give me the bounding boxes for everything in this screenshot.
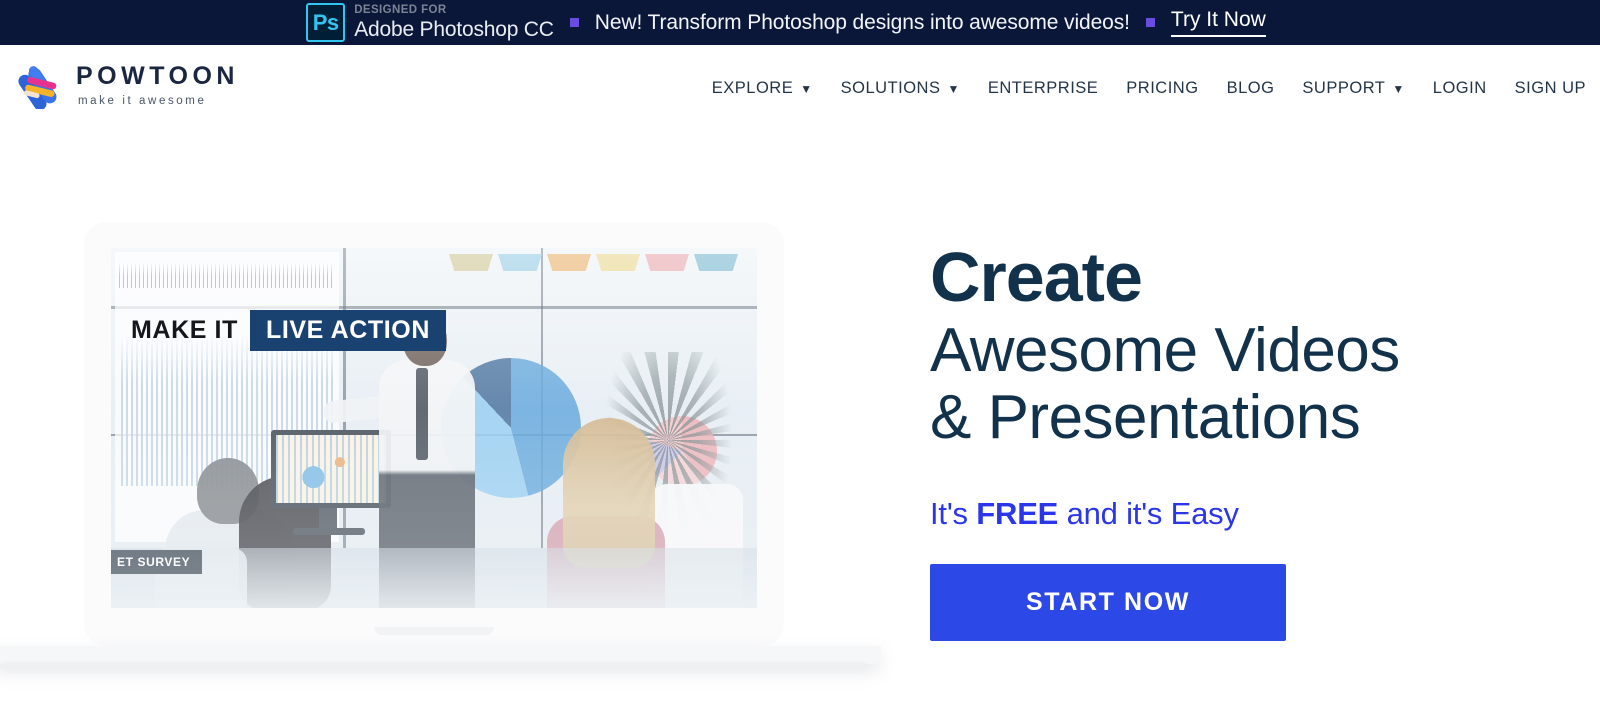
adobe-photoshop-icon: Ps [306,3,346,42]
nav-item-enterprise[interactable]: ENTERPRISE [974,73,1112,104]
chevron-down-icon: ▼ [1392,81,1405,96]
nav-label: SUPPORT [1302,79,1386,97]
laptop-mockup: ET SURVEY MAKE IT LIVE ACTION [0,222,881,672]
photoshop-product-name: Adobe Photoshop CC [354,17,554,41]
nav-item-blog[interactable]: BLOG [1213,73,1289,104]
site-header: POWTOON make it awesome EXPLORE ▼ SOLUTI… [0,45,1600,132]
person-seated-right-head [563,418,655,568]
designed-for-label: DESIGNED FOR [354,4,447,17]
chevron-down-icon: ▼ [947,81,960,96]
caption-highlight-text: LIVE ACTION [249,310,446,351]
hero-copy: Create Awesome Videos & Presentations It… [930,238,1570,641]
funnel-chart [449,254,738,271]
laptop-notch [374,627,494,635]
monitor-screen-content [276,435,386,503]
sparkline-chart [119,262,334,288]
nav-label: ENTERPRISE [987,79,1099,97]
page-root: Ps DESIGNED FOR Adobe Photoshop CC New! … [0,0,1600,720]
nav-item-login[interactable]: LOGIN [1419,73,1501,104]
monitor-stand [319,508,337,530]
video-caption: MAKE IT LIVE ACTION [131,310,446,351]
hero-subheadline: It's FREE and it's Easy [930,496,1570,532]
nav-item-explore[interactable]: EXPLORE ▼ [698,73,827,104]
headline-line-3: & Presentations [930,382,1361,452]
nav-label: PRICING [1126,79,1199,97]
start-now-button[interactable]: START NOW [930,563,1286,641]
nav-item-solutions[interactable]: SOLUTIONS ▼ [827,73,974,104]
brand-name: POWTOON [76,62,239,91]
headline-line-2: Awesome Videos [930,315,1400,385]
brand-tagline: make it awesome [78,95,207,108]
powtoon-wordmark: POWTOON make it awesome [76,64,239,108]
powtoon-logo[interactable]: POWTOON make it awesome [18,63,239,109]
headline-line-1: Create [930,238,1143,316]
photoshop-wordmark: DESIGNED FOR Adobe Photoshop CC [354,5,554,40]
photoshop-icon-label: Ps [312,9,339,35]
survey-label: ET SURVEY [111,550,203,574]
nav-label: EXPLORE [711,79,794,97]
try-it-now-link[interactable]: Try It Now [1170,8,1266,37]
promo-banner: Ps DESIGNED FOR Adobe Photoshop CC New! … [0,0,1600,45]
laptop-base-shadow [1,662,867,672]
caption-plain-text: MAKE IT [131,316,238,344]
nav-label: BLOG [1226,79,1275,97]
nav-label: LOGIN [1432,79,1487,97]
subhead-suffix: and it's Easy [1058,495,1239,531]
square-bullet-icon [1145,18,1155,27]
conference-table [111,548,757,608]
main-navigation: EXPLORE ▼ SOLUTIONS ▼ ENTERPRISE PRICING… [698,73,1600,104]
nav-item-sign-up[interactable]: SIGN UP [1501,73,1600,104]
presenter-tie [416,368,428,460]
nav-item-support[interactable]: SUPPORT ▼ [1288,73,1418,104]
nav-item-pricing[interactable]: PRICING [1112,73,1212,104]
hero-video-still: ET SURVEY MAKE IT LIVE ACTION [111,248,757,608]
square-bullet-icon [569,18,579,27]
nav-label: SOLUTIONS [840,79,941,97]
desk-monitor [271,430,391,508]
subhead-emphasis: FREE [976,495,1059,531]
laptop-lid: ET SURVEY MAKE IT LIVE ACTION [84,222,784,646]
monitor-base [293,528,365,535]
promo-banner-content: Ps DESIGNED FOR Adobe Photoshop CC New! … [306,3,1266,42]
powtoon-logo-icon [18,66,57,109]
nav-label: SIGN UP [1514,79,1586,97]
subhead-prefix: It's [930,495,977,531]
hero-section: ET SURVEY MAKE IT LIVE ACTION Create Awe… [0,132,1600,720]
page-title: Create Awesome Videos & Presentations [930,238,1570,452]
chevron-down-icon: ▼ [800,81,813,96]
promo-message: New! Transform Photoshop designs into aw… [594,10,1130,34]
hero-video-player[interactable]: ET SURVEY MAKE IT LIVE ACTION [111,248,757,608]
